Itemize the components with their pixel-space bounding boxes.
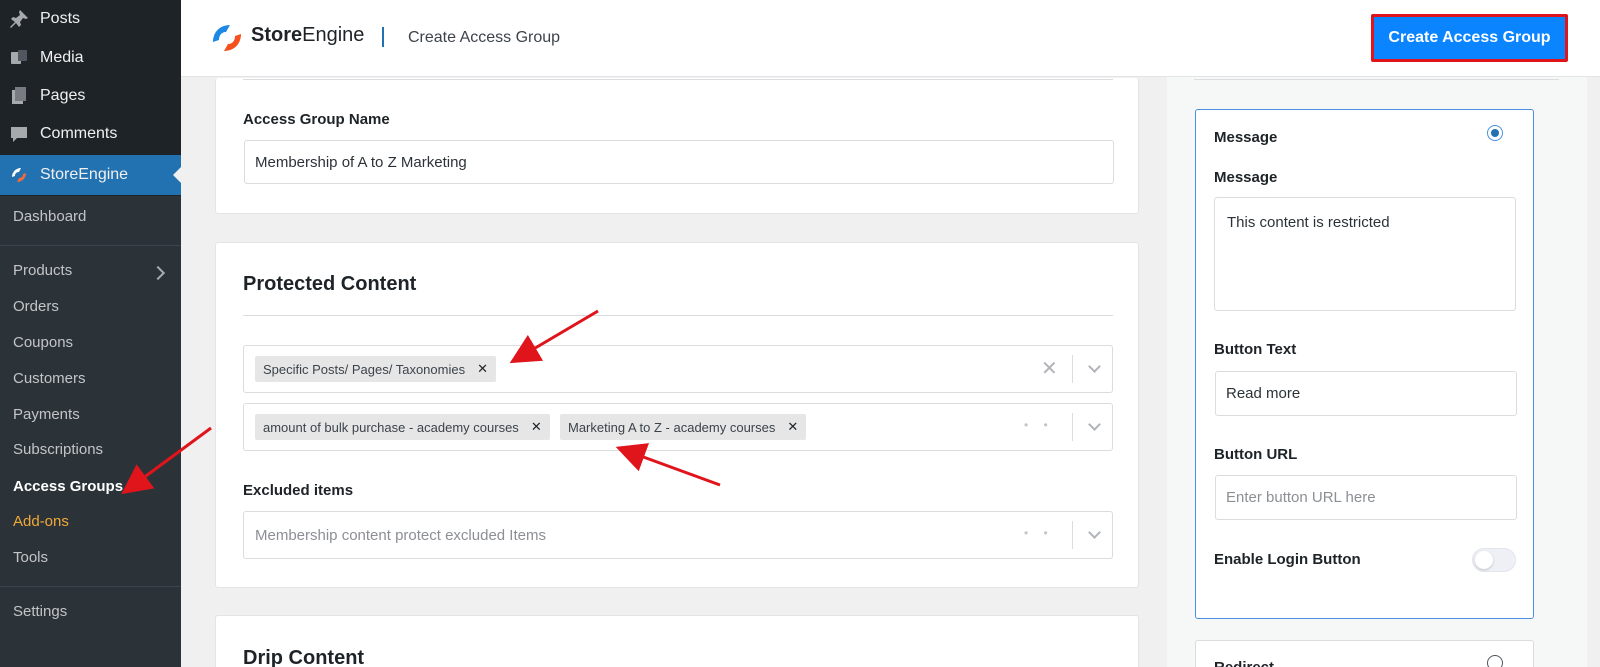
excluded-items-label: Excluded items (243, 482, 354, 499)
sidebar-sub-payments[interactable]: Payments (13, 406, 80, 423)
select-divider (1072, 521, 1073, 549)
brand-name: StoreEngine (251, 24, 365, 46)
button-url-input[interactable]: Enter button URL here (1215, 475, 1517, 520)
sidebar-sub-coupons[interactable]: Coupons (13, 334, 73, 351)
drip-content-title: Drip Content (243, 647, 365, 667)
message-option-label: Message (1214, 129, 1278, 146)
enable-login-label: Enable Login Button (1214, 551, 1361, 568)
message-radio[interactable] (1487, 125, 1503, 141)
sidebar-sub-subscriptions[interactable]: Subscriptions (13, 441, 103, 458)
content-item-chip[interactable]: Marketing A to Z - academy courses ✕ (560, 414, 807, 440)
sidebar-sub-customers[interactable]: Customers (13, 370, 86, 387)
admin-sidebar: Posts Media Pages Comments StoreEngine D… (0, 0, 181, 667)
loading-dots-icon: • • (1024, 418, 1054, 432)
excluded-items-placeholder: Membership content protect excluded Item… (255, 527, 546, 544)
submenu-divider (0, 245, 181, 246)
clear-icon[interactable]: ✕ (1041, 356, 1058, 381)
content-items-select[interactable]: amount of bulk purchase - academy course… (243, 403, 1113, 451)
header-divider (382, 27, 384, 47)
drip-content-card: Drip Content (215, 615, 1139, 667)
remove-chip-icon[interactable]: ✕ (477, 361, 488, 377)
loading-dots-icon: • • (1024, 526, 1054, 540)
pages-icon (8, 86, 30, 106)
access-group-name-input[interactable]: Membership of A to Z Marketing (244, 140, 1114, 184)
sidebar-sub-tools[interactable]: Tools (13, 549, 48, 566)
access-group-name-card: Access Group Name Membership of A to Z M… (215, 78, 1139, 214)
button-text-input[interactable]: Read more (1215, 371, 1517, 416)
storeengine-logo-icon (213, 25, 241, 51)
excluded-items-select[interactable]: Membership content protect excluded Item… (243, 511, 1113, 559)
button-text-label: Button Text (1214, 341, 1297, 358)
chevron-down-icon[interactable] (1088, 526, 1101, 539)
content-type-chip[interactable]: Specific Posts/ Pages/ Taxonomies ✕ (255, 356, 496, 382)
storeengine-icon (8, 165, 30, 185)
chevron-down-icon[interactable] (1088, 418, 1101, 431)
button-url-label: Button URL (1214, 446, 1298, 463)
select-divider (1072, 413, 1073, 441)
sidebar-sub-access-groups[interactable]: Access Groups (13, 478, 123, 495)
access-group-name-label: Access Group Name (243, 111, 390, 128)
sidebar-sub-products[interactable]: Products (13, 262, 72, 279)
pin-icon (8, 9, 30, 29)
media-icon (8, 48, 30, 68)
sidebar-sub-dashboard[interactable]: Dashboard (13, 208, 86, 225)
enable-login-toggle[interactable] (1472, 548, 1516, 572)
sidebar-sub-addons[interactable]: Add-ons (13, 513, 69, 530)
redirect-option-label: Redirect (1214, 659, 1274, 667)
page-header: StoreEngine Create Access Group Create A… (181, 0, 1600, 77)
sidebar-item-comments[interactable]: Comments (0, 121, 181, 147)
message-label: Message (1214, 169, 1278, 186)
comments-icon (8, 124, 30, 144)
sidebar-sub-orders[interactable]: Orders (13, 298, 59, 315)
sidebar-item-posts[interactable]: Posts (0, 6, 181, 32)
remove-chip-icon[interactable]: ✕ (787, 419, 798, 435)
message-option-card[interactable]: Message Message This content is restrict… (1195, 109, 1534, 619)
sidebar-sub-settings[interactable]: Settings (13, 603, 67, 620)
protected-content-title: Protected Content (243, 273, 417, 295)
content-item-chip[interactable]: amount of bulk purchase - academy course… (255, 414, 550, 440)
create-access-group-button[interactable]: Create Access Group (1371, 14, 1568, 62)
chevron-down-icon[interactable] (1088, 360, 1101, 373)
sidebar-item-pages[interactable]: Pages (0, 83, 181, 109)
sidebar-item-storeengine[interactable]: StoreEngine (0, 155, 181, 195)
remove-chip-icon[interactable]: ✕ (531, 419, 542, 435)
page-title: Create Access Group (408, 29, 561, 46)
submenu-divider (0, 586, 181, 587)
protected-content-card: Protected Content Specific Posts/ Pages/… (215, 242, 1139, 588)
content-type-select[interactable]: Specific Posts/ Pages/ Taxonomies ✕ ✕ (243, 345, 1113, 393)
redirect-option-card[interactable]: Redirect (1195, 640, 1534, 667)
select-divider (1072, 355, 1073, 383)
message-textarea[interactable]: This content is restricted (1214, 197, 1516, 311)
panel-divider (1194, 79, 1559, 80)
restriction-settings-panel: Message Message This content is restrict… (1167, 77, 1587, 667)
card-divider (243, 79, 1113, 80)
sidebar-item-media[interactable]: Media (0, 45, 181, 71)
section-divider (243, 315, 1113, 316)
redirect-radio[interactable] (1487, 655, 1503, 667)
